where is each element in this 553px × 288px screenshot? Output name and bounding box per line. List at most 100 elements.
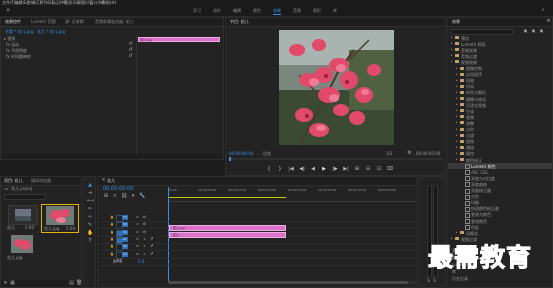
project-item-sequence[interactable]: 花儿 5:00 [5, 205, 39, 232]
expand-arrow-icon[interactable]: ▸ [451, 59, 453, 64]
expand-arrow-icon[interactable]: ▸ [456, 114, 458, 119]
effects-tree-item[interactable]: ▸ 模糊与锐化 [448, 96, 552, 102]
timeline-title[interactable]: 花儿 [107, 178, 115, 184]
yuv-effects-icon[interactable]: ▣ [539, 28, 544, 33]
workspace-tab[interactable]: 库 [333, 8, 337, 14]
selection-tool-icon[interactable]: ▲ [87, 183, 93, 188]
track-target-button[interactable]: A3 [122, 251, 128, 257]
effects-tree-item[interactable]: ▸ 沉浸式视频 [448, 102, 552, 108]
reset-icon[interactable]: ↺ [128, 54, 133, 59]
effects-tree-item[interactable]: 分色 [448, 194, 552, 200]
effects-tree-item[interactable]: 均衡 [448, 200, 552, 206]
effects-tree-item[interactable]: ▸ 通道 [448, 145, 552, 151]
effects-tree-item[interactable]: 更改颜色 [448, 218, 552, 224]
program-timecode[interactable]: 00:00:00:00 [229, 151, 253, 156]
track-select-tool-icon[interactable]: ⇥ [87, 191, 93, 196]
32bit-effects-icon[interactable]: ▣ [531, 28, 536, 33]
hand-tool-icon[interactable]: ✋ [87, 231, 93, 236]
wrench-icon[interactable]: ⚙ [407, 151, 412, 156]
home-icon[interactable]: ⌂ [5, 8, 11, 13]
sequence-clip-label[interactable]: 花儿 * 花儿.jpg [37, 29, 65, 34]
add-marker-icon[interactable]: ▾ [130, 194, 136, 199]
effects-tree-item[interactable]: ▸ 音频效果 [448, 47, 552, 53]
effects-tree-item[interactable]: 更改为颜色 [448, 212, 552, 218]
transport-button[interactable]: { [266, 166, 272, 172]
program-monitor-title[interactable]: 节目: 花儿 [230, 19, 249, 25]
effects-tree-item[interactable]: ▸ 键控 [448, 151, 552, 157]
track-lock-icon[interactable]: 🔒 [110, 222, 114, 227]
solo-button[interactable]: S [142, 237, 147, 242]
expand-arrow-icon[interactable]: ▸ [456, 230, 458, 235]
effects-tree-item[interactable]: 色彩 [448, 224, 552, 231]
audio-clip[interactable]: 花儿 [169, 232, 286, 238]
transport-button[interactable]: |◀ [288, 166, 294, 172]
mini-timeline-clip[interactable]: 花儿.jpg [138, 37, 220, 42]
mute-button[interactable]: M [135, 252, 140, 257]
snap-icon[interactable]: ∩ [112, 194, 118, 199]
effects-tree-item[interactable]: 亮度曲线 [448, 181, 552, 188]
effects-tree-item[interactable]: ▸ 视频效果 [448, 59, 552, 65]
effects-tree-item[interactable]: 亮度与对比度 [448, 175, 552, 182]
expand-arrow-icon[interactable]: ▸ [456, 139, 458, 144]
menu-icon[interactable]: ≡ [546, 19, 551, 24]
transport-button[interactable]: ⌧ [387, 166, 393, 172]
effects-panel-title[interactable]: 效果 [452, 19, 460, 25]
pen-tool-icon[interactable]: ✎ [87, 223, 93, 228]
effects-tree-item[interactable]: 快速颜色校正器 [448, 206, 552, 212]
tab-project[interactable]: 项目: 花儿 [4, 178, 23, 184]
effects-tree-item[interactable]: ▸ 实用程序 [448, 72, 552, 78]
mute-button[interactable]: M [135, 237, 140, 242]
transport-button[interactable]: ▶| [343, 166, 349, 172]
section-opacity[interactable]: fx 不透明度 [6, 48, 27, 53]
icon-view-icon[interactable]: ▦ [10, 281, 15, 286]
expand-arrow-icon[interactable]: ▸ [456, 90, 458, 95]
tab-source[interactable]: 源: 无剪辑 [65, 19, 84, 25]
effects-tree-item[interactable]: ▸ 扭曲 [448, 78, 552, 84]
transport-button[interactable]: ⊡ [376, 166, 382, 172]
close-icon[interactable]: × [101, 178, 106, 183]
trash-icon[interactable]: 🗑 [76, 281, 81, 286]
effects-tree-item[interactable]: ▸ 音频过渡 [448, 53, 552, 59]
expand-arrow-icon[interactable]: ▸ [456, 96, 458, 101]
project-search-input[interactable] [4, 194, 46, 200]
scrollbar-thumb[interactable] [168, 281, 408, 284]
expand-arrow-icon[interactable]: ▸ [456, 66, 458, 71]
timeline-timecode[interactable]: 00:00:00:00 [103, 187, 134, 192]
fit-dropdown[interactable]: 适合 [263, 151, 271, 156]
workspace-tab[interactable]: 音频 [293, 8, 301, 14]
track-target-button[interactable]: A2 [122, 244, 128, 250]
search-icon[interactable]: ⌕ [540, 8, 546, 13]
track-lock-icon[interactable]: 🔒 [110, 215, 114, 220]
track-target-button[interactable]: V3 [122, 215, 128, 220]
master-clip-label[interactable]: 主要 * 花儿.jpg [5, 29, 33, 34]
expand-arrow-icon[interactable]: ▸ [456, 127, 458, 132]
linked-selection-icon[interactable]: ⛓ [121, 194, 127, 199]
sync-lock-icon[interactable]: ⇄ [135, 215, 140, 220]
transport-button[interactable]: ⊞ [354, 166, 360, 172]
expand-arrow-icon[interactable]: ▸ [456, 157, 458, 162]
track-lock-icon[interactable]: 🔒 [110, 252, 114, 257]
expand-arrow-icon[interactable]: ▸ [456, 84, 458, 89]
voice-over-icon[interactable]: 🎤 [149, 237, 154, 242]
sync-lock-icon[interactable]: ⇄ [135, 222, 140, 227]
playhead-marker[interactable] [229, 157, 231, 161]
work-area-bar[interactable] [168, 197, 286, 198]
expand-arrow-icon[interactable]: ▸ [456, 72, 458, 77]
section-motion[interactable]: fx 运动 [6, 42, 19, 47]
tab-lumetri-scopes[interactable]: Lumetri 范围 [31, 19, 56, 25]
voice-over-icon[interactable]: 🎤 [149, 244, 154, 249]
time-ruler[interactable]: 00:00 00:00:05:00 00:00:10:00 00:00:15:00 00… [168, 187, 416, 202]
workspace-tab[interactable]: 颜色 [253, 8, 261, 14]
expand-arrow-icon[interactable]: ▸ [451, 53, 453, 58]
program-scrubber[interactable] [229, 157, 443, 161]
track-lock-icon[interactable]: 🔒 [110, 237, 114, 242]
effects-tree-item[interactable]: ▸ 图像控制 [448, 66, 552, 72]
transport-button[interactable]: ◀| [299, 166, 305, 172]
expand-arrow-icon[interactable]: ▸ [456, 133, 458, 138]
tab-media-browser[interactable]: 媒体浏览器 [31, 178, 51, 184]
sync-lock-icon[interactable]: ⇄ [135, 230, 140, 235]
slip-tool-icon[interactable]: ⇿ [87, 215, 93, 220]
section-time-remap[interactable]: fx 时间重映射 [6, 54, 31, 59]
effects-tree-item[interactable]: ▸ 视频 [448, 114, 552, 120]
track-target-button[interactable]: A1 [122, 236, 128, 242]
